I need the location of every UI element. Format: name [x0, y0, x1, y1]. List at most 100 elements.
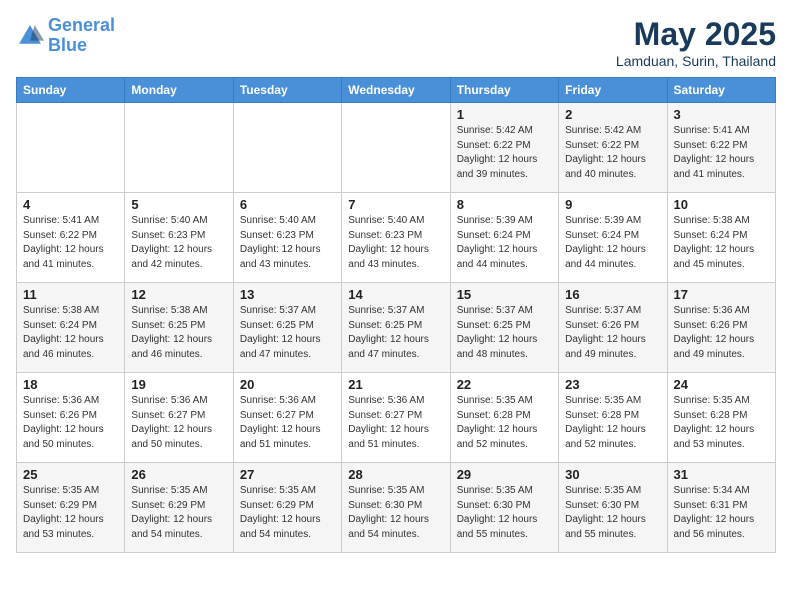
day-number: 20	[240, 377, 335, 392]
day-number: 26	[131, 467, 226, 482]
logo-icon	[16, 22, 44, 50]
calendar-cell	[342, 103, 450, 193]
calendar-cell: 16 Sunrise: 5:37 AM Sunset: 6:26 PM Dayli…	[559, 283, 667, 373]
day-number: 22	[457, 377, 552, 392]
day-info: Sunrise: 5:40 AM Sunset: 6:23 PM Dayligh…	[348, 214, 443, 272]
day-number: 6	[240, 197, 335, 212]
calendar-cell: 21Sunrise: 5:36 AM Sunset: 6:27 PM Dayli…	[342, 373, 450, 463]
calendar-cell: 14 Sunrise: 5:37 AM Sunset: 6:25 PM Dayli…	[342, 283, 450, 373]
day-info: Sunrise: 5:37 AM Sunset: 6:26 PM Dayligh…	[565, 304, 660, 362]
calendar-cell: 26 Sunrise: 5:35 AM Sunset: 6:29 PM Dayli…	[125, 463, 233, 553]
day-number: 30	[565, 467, 660, 482]
day-number: 7	[348, 197, 443, 212]
calendar-cell	[17, 103, 125, 193]
weekday-header-tuesday: Tuesday	[233, 78, 341, 103]
month-title: May 2025	[616, 16, 776, 53]
weekday-header-thursday: Thursday	[450, 78, 558, 103]
day-info: Sunrise: 5:36 AM Sunset: 6:26 PM Dayligh…	[674, 304, 769, 362]
day-info: Sunrise: 5:36 AM Sunset: 6:26 PM Dayligh…	[23, 394, 118, 452]
calendar-cell: 4Sunrise: 5:41 AM Sunset: 6:22 PM Daylig…	[17, 193, 125, 283]
day-info: Sunrise: 5:35 AM Sunset: 6:28 PM Dayligh…	[457, 394, 552, 452]
weekday-header-saturday: Saturday	[667, 78, 775, 103]
calendar-cell: 27Sunrise: 5:35 AM Sunset: 6:29 PM Dayli…	[233, 463, 341, 553]
weekday-header-wednesday: Wednesday	[342, 78, 450, 103]
day-number: 11	[23, 287, 118, 302]
day-info: Sunrise: 5:35 AM Sunset: 6:28 PM Dayligh…	[674, 394, 769, 452]
weekday-header-friday: Friday	[559, 78, 667, 103]
page-header: General Blue May 2025 Lamduan, Surin, Th…	[16, 16, 776, 69]
day-info: Sunrise: 5:34 AM Sunset: 6:31 PM Dayligh…	[674, 484, 769, 542]
day-info: Sunrise: 5:40 AM Sunset: 6:23 PM Dayligh…	[240, 214, 335, 272]
day-number: 23	[565, 377, 660, 392]
calendar-cell: 17 Sunrise: 5:36 AM Sunset: 6:26 PM Dayli…	[667, 283, 775, 373]
calendar-cell: 12 Sunrise: 5:38 AM Sunset: 6:25 PM Dayli…	[125, 283, 233, 373]
calendar-cell: 6 Sunrise: 5:40 AM Sunset: 6:23 PM Daylig…	[233, 193, 341, 283]
day-info: Sunrise: 5:39 AM Sunset: 6:24 PM Dayligh…	[565, 214, 660, 272]
day-number: 14	[348, 287, 443, 302]
day-number: 28	[348, 467, 443, 482]
weekday-header-monday: Monday	[125, 78, 233, 103]
day-number: 13	[240, 287, 335, 302]
calendar-cell: 11 Sunrise: 5:38 AM Sunset: 6:24 PM Dayli…	[17, 283, 125, 373]
day-info: Sunrise: 5:41 AM Sunset: 6:22 PM Dayligh…	[674, 124, 769, 182]
day-number: 18	[23, 377, 118, 392]
day-number: 4	[23, 197, 118, 212]
week-row-3: 11 Sunrise: 5:38 AM Sunset: 6:24 PM Dayli…	[17, 283, 776, 373]
day-number: 27	[240, 467, 335, 482]
day-number: 9	[565, 197, 660, 212]
calendar-cell: 5 Sunrise: 5:40 AM Sunset: 6:23 PM Daylig…	[125, 193, 233, 283]
calendar-cell: 2Sunrise: 5:42 AM Sunset: 6:22 PM Daylig…	[559, 103, 667, 193]
week-row-5: 25 Sunrise: 5:35 AM Sunset: 6:29 PM Dayli…	[17, 463, 776, 553]
day-info: Sunrise: 5:42 AM Sunset: 6:22 PM Dayligh…	[565, 124, 660, 182]
day-number: 25	[23, 467, 118, 482]
logo: General Blue	[16, 16, 115, 56]
calendar-cell: 29Sunrise: 5:35 AM Sunset: 6:30 PM Dayli…	[450, 463, 558, 553]
day-number: 5	[131, 197, 226, 212]
calendar-cell: 31 Sunrise: 5:34 AM Sunset: 6:31 PM Dayli…	[667, 463, 775, 553]
day-info: Sunrise: 5:39 AM Sunset: 6:24 PM Dayligh…	[457, 214, 552, 272]
weekday-header-sunday: Sunday	[17, 78, 125, 103]
day-info: Sunrise: 5:35 AM Sunset: 6:29 PM Dayligh…	[23, 484, 118, 542]
day-number: 17	[674, 287, 769, 302]
day-info: Sunrise: 5:40 AM Sunset: 6:23 PM Dayligh…	[131, 214, 226, 272]
logo-general: General	[48, 15, 115, 35]
day-info: Sunrise: 5:35 AM Sunset: 6:30 PM Dayligh…	[457, 484, 552, 542]
calendar-cell: 15Sunrise: 5:37 AM Sunset: 6:25 PM Dayli…	[450, 283, 558, 373]
calendar-cell: 20Sunrise: 5:36 AM Sunset: 6:27 PM Dayli…	[233, 373, 341, 463]
day-info: Sunrise: 5:36 AM Sunset: 6:27 PM Dayligh…	[131, 394, 226, 452]
day-info: Sunrise: 5:36 AM Sunset: 6:27 PM Dayligh…	[348, 394, 443, 452]
calendar-cell: 9 Sunrise: 5:39 AM Sunset: 6:24 PM Daylig…	[559, 193, 667, 283]
calendar-cell: 13 Sunrise: 5:37 AM Sunset: 6:25 PM Dayli…	[233, 283, 341, 373]
day-info: Sunrise: 5:35 AM Sunset: 6:30 PM Dayligh…	[348, 484, 443, 542]
calendar-cell	[125, 103, 233, 193]
calendar-cell: 7 Sunrise: 5:40 AM Sunset: 6:23 PM Daylig…	[342, 193, 450, 283]
calendar-cell: 23 Sunrise: 5:35 AM Sunset: 6:28 PM Dayli…	[559, 373, 667, 463]
calendar-cell: 22 Sunrise: 5:35 AM Sunset: 6:28 PM Dayli…	[450, 373, 558, 463]
day-number: 10	[674, 197, 769, 212]
week-row-4: 18 Sunrise: 5:36 AM Sunset: 6:26 PM Dayli…	[17, 373, 776, 463]
calendar-cell: 28 Sunrise: 5:35 AM Sunset: 6:30 PM Dayli…	[342, 463, 450, 553]
calendar-cell: 25 Sunrise: 5:35 AM Sunset: 6:29 PM Dayli…	[17, 463, 125, 553]
day-number: 8	[457, 197, 552, 212]
day-info: Sunrise: 5:37 AM Sunset: 6:25 PM Dayligh…	[240, 304, 335, 362]
day-info: Sunrise: 5:38 AM Sunset: 6:24 PM Dayligh…	[23, 304, 118, 362]
calendar-cell: 1Sunrise: 5:42 AM Sunset: 6:22 PM Daylig…	[450, 103, 558, 193]
day-number: 1	[457, 107, 552, 122]
day-info: Sunrise: 5:38 AM Sunset: 6:24 PM Dayligh…	[674, 214, 769, 272]
day-number: 3	[674, 107, 769, 122]
day-info: Sunrise: 5:37 AM Sunset: 6:25 PM Dayligh…	[348, 304, 443, 362]
day-info: Sunrise: 5:35 AM Sunset: 6:30 PM Dayligh…	[565, 484, 660, 542]
day-number: 12	[131, 287, 226, 302]
day-info: Sunrise: 5:38 AM Sunset: 6:25 PM Dayligh…	[131, 304, 226, 362]
day-info: Sunrise: 5:35 AM Sunset: 6:28 PM Dayligh…	[565, 394, 660, 452]
day-info: Sunrise: 5:35 AM Sunset: 6:29 PM Dayligh…	[131, 484, 226, 542]
calendar-cell: 3 Sunrise: 5:41 AM Sunset: 6:22 PM Daylig…	[667, 103, 775, 193]
calendar-cell: 18 Sunrise: 5:36 AM Sunset: 6:26 PM Dayli…	[17, 373, 125, 463]
logo-blue: Blue	[48, 35, 87, 55]
calendar-cell: 24Sunrise: 5:35 AM Sunset: 6:28 PM Dayli…	[667, 373, 775, 463]
calendar-cell: 10 Sunrise: 5:38 AM Sunset: 6:24 PM Dayli…	[667, 193, 775, 283]
location: Lamduan, Surin, Thailand	[616, 53, 776, 69]
week-row-1: 1 Sunrise: 5:42 AM Sunset: 6:22 PM Daylig…	[17, 103, 776, 193]
day-number: 16	[565, 287, 660, 302]
day-number: 31	[674, 467, 769, 482]
